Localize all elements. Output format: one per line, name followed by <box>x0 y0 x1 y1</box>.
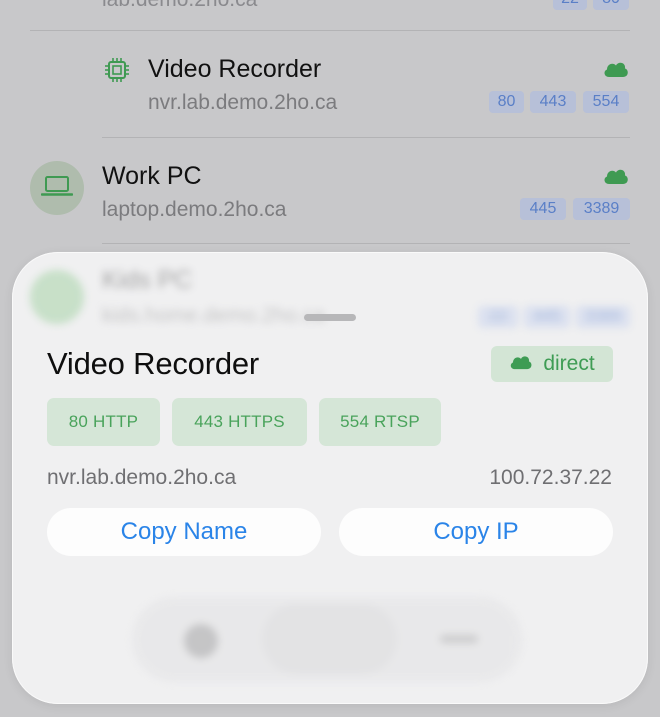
device-title[interactable]: Work PC <box>102 162 202 191</box>
partial-row-subtitle: lab.demo.2ho.ca <box>102 0 257 12</box>
device-hostname: nvr.lab.demo.2ho.ca <box>148 91 338 114</box>
sheet-grabber[interactable] <box>304 314 356 321</box>
copy-ip-button[interactable]: Copy IP <box>339 508 613 556</box>
device-detail-sheet: Kids PC kids.home.demo.2ho.ca 22 445 338… <box>12 252 648 704</box>
service-button-rtsp[interactable]: 554 RTSP <box>319 398 441 446</box>
cloud-icon <box>603 60 629 83</box>
port-badge: 22 <box>553 0 587 10</box>
port-badge: 3389 <box>576 306 630 328</box>
detail-title: Video Recorder <box>47 346 260 381</box>
port-badge: 445 <box>520 198 566 220</box>
blurred-control <box>440 635 478 643</box>
service-button-http[interactable]: 80 HTTP <box>47 398 160 446</box>
blurred-control <box>184 624 218 658</box>
device-hostname: laptop.demo.2ho.ca <box>102 198 287 221</box>
port-badge: 554 <box>583 91 629 113</box>
device-hostname: kids.home.demo.2ho.ca <box>102 304 325 327</box>
cloud-icon <box>509 352 533 376</box>
row-divider <box>102 137 630 138</box>
port-badge: 22 <box>478 306 518 328</box>
laptop-icon <box>40 175 74 202</box>
cloud-icon <box>603 167 629 190</box>
port-badge: 80 <box>489 91 524 113</box>
device-title: Kids PC <box>102 266 193 294</box>
port-badge: 445 <box>524 306 570 328</box>
port-badge: 3389 <box>573 198 630 220</box>
detail-hostname: nvr.lab.demo.2ho.ca <box>47 466 237 489</box>
connection-status-badge: direct <box>491 346 613 382</box>
copy-name-button[interactable]: Copy Name <box>47 508 321 556</box>
port-badge: 80 <box>593 0 629 10</box>
connection-status-label: direct <box>543 352 595 375</box>
device-title[interactable]: Video Recorder <box>148 55 321 84</box>
row-divider <box>30 30 630 31</box>
row-divider <box>102 243 630 244</box>
device-avatar <box>30 161 84 215</box>
service-button-https[interactable]: 443 HTTPS <box>172 398 307 446</box>
port-badge: 443 <box>530 91 576 113</box>
blurred-control <box>262 604 397 674</box>
device-avatar <box>30 270 84 324</box>
detail-ip-address: 100.72.37.22 <box>489 466 612 489</box>
chip-icon <box>104 57 130 88</box>
